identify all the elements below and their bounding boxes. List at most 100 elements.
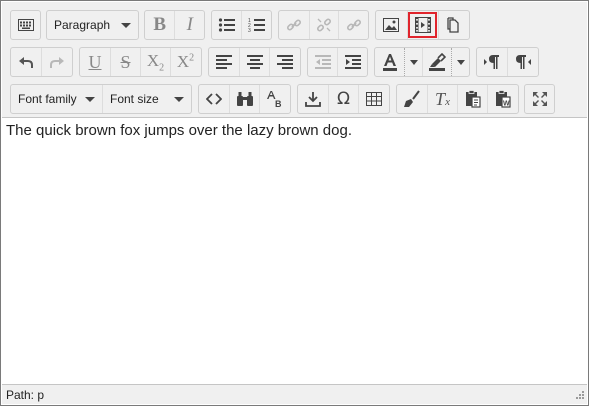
paste-word-button[interactable]: W <box>487 85 517 113</box>
undo-icon <box>19 57 33 68</box>
toolbar-toggle-button[interactable] <box>11 11 40 39</box>
outdent-button[interactable] <box>308 48 337 76</box>
keyboard-icon <box>17 19 34 31</box>
insert-special-button[interactable] <box>298 85 328 113</box>
brush-icon <box>404 90 420 107</box>
special-character-button[interactable]: Ω <box>328 85 358 113</box>
svg-text:B: B <box>275 99 282 108</box>
svg-text:W: W <box>503 101 510 108</box>
insert-group: Ω <box>297 84 390 114</box>
fullscreen-button[interactable] <box>525 85 554 113</box>
clear-formatting-button[interactable] <box>397 85 427 113</box>
align-center-icon <box>246 55 263 69</box>
bold-label: B <box>153 14 167 35</box>
fullscreen-icon <box>532 92 547 106</box>
strikethrough-icon: S <box>120 51 131 72</box>
code-icon <box>206 93 222 105</box>
link-icon <box>346 19 361 31</box>
underline-button[interactable]: U <box>80 48 110 76</box>
status-bar: Path: p <box>2 384 587 404</box>
history-group <box>10 47 73 77</box>
link-button[interactable] <box>279 11 309 39</box>
rich-text-editor: Paragraph B I 1 2 3 U S X2 X2 Font famil… <box>0 0 589 406</box>
numbered-list-icon: 1 2 3 <box>248 18 265 33</box>
insert-icon <box>305 92 321 107</box>
tools-group: B <box>198 84 291 114</box>
text-color-button[interactable] <box>375 48 404 76</box>
indent-group <box>307 47 368 77</box>
chevron-down-icon <box>121 23 131 28</box>
subscript-button[interactable]: X2 <box>140 48 170 76</box>
numbered-list-button[interactable]: 1 2 3 <box>241 11 271 39</box>
paste-icon <box>465 90 481 108</box>
rtl-icon <box>515 55 531 69</box>
font-family-select[interactable]: Font family <box>11 85 102 113</box>
bullet-list-button[interactable] <box>212 11 241 39</box>
resize-handle-icon[interactable] <box>574 391 584 401</box>
insert-media-button[interactable] <box>406 11 439 39</box>
superscript-button[interactable]: X2 <box>170 48 200 76</box>
editor-paragraph[interactable]: The quick brown fox jumps over the lazy … <box>6 122 352 139</box>
background-color-dropdown[interactable] <box>451 48 469 76</box>
image-icon <box>383 18 400 32</box>
italic-label: I <box>186 14 193 35</box>
italic-button[interactable]: I <box>174 11 204 39</box>
background-color-button[interactable] <box>422 48 451 76</box>
link-group <box>278 10 369 40</box>
toolbar: Paragraph B I 1 2 3 U S X2 X2 Font famil… <box>2 2 587 118</box>
table-icon <box>365 92 382 106</box>
text-decoration-group: U S X2 X2 <box>79 47 202 77</box>
chevron-down-icon <box>84 97 95 102</box>
align-left-button[interactable] <box>209 48 239 76</box>
outdent-icon <box>314 55 331 69</box>
editor-content-area[interactable]: The quick brown fox jumps over the lazy … <box>2 118 587 384</box>
align-right-icon <box>276 55 293 69</box>
ltr-button[interactable] <box>477 48 507 76</box>
undo-button[interactable] <box>11 48 41 76</box>
font-group: Font family Font size <box>10 84 192 114</box>
chevron-down-icon <box>456 59 465 65</box>
indent-button[interactable] <box>337 48 367 76</box>
redo-button[interactable] <box>41 48 71 76</box>
toolbar-toggle-group <box>10 10 41 40</box>
link-icon <box>286 19 301 31</box>
font-family-label: Font family <box>18 92 77 106</box>
chevron-down-icon <box>174 97 184 102</box>
remove-format-button[interactable]: Tx <box>427 85 457 113</box>
font-size-label: Font size <box>109 92 159 106</box>
insert-table-button[interactable] <box>358 85 388 113</box>
files-icon <box>447 17 459 33</box>
indent-icon <box>344 55 361 69</box>
redo-icon <box>49 57 64 68</box>
format-select-group: Paragraph <box>46 10 139 40</box>
font-size-select[interactable]: Font size <box>101 85 191 113</box>
fullscreen-group <box>524 84 555 114</box>
text-color-dropdown[interactable] <box>404 48 422 76</box>
direction-group <box>476 47 539 77</box>
spellcheck-button[interactable]: B <box>259 85 289 113</box>
format-select-label: Paragraph <box>54 18 111 32</box>
find-replace-button[interactable] <box>229 85 259 113</box>
unlink-button[interactable] <box>308 11 339 39</box>
manage-files-button[interactable] <box>438 11 469 39</box>
film-icon <box>414 17 431 33</box>
paste-text-button[interactable] <box>457 85 487 113</box>
clipboard-group: Tx W <box>396 84 519 114</box>
subscript-icon: X2 <box>146 50 165 74</box>
align-right-button[interactable] <box>269 48 299 76</box>
text-color-icon <box>382 54 397 71</box>
align-center-button[interactable] <box>239 48 269 76</box>
color-group <box>374 47 470 77</box>
bullet-list-icon <box>218 18 235 32</box>
anchor-link-button[interactable] <box>338 11 368 39</box>
bold-button[interactable]: B <box>145 11 174 39</box>
text-style-group: B I <box>144 10 205 40</box>
html-source-button[interactable] <box>199 85 229 113</box>
binoculars-icon <box>236 92 253 106</box>
format-select[interactable]: Paragraph <box>47 11 138 39</box>
strikethrough-button[interactable]: S <box>110 48 140 76</box>
svg-text:3: 3 <box>248 28 251 33</box>
insert-image-button[interactable] <box>376 11 407 39</box>
spellcheck-icon: B <box>266 91 282 108</box>
rtl-button[interactable] <box>507 48 537 76</box>
